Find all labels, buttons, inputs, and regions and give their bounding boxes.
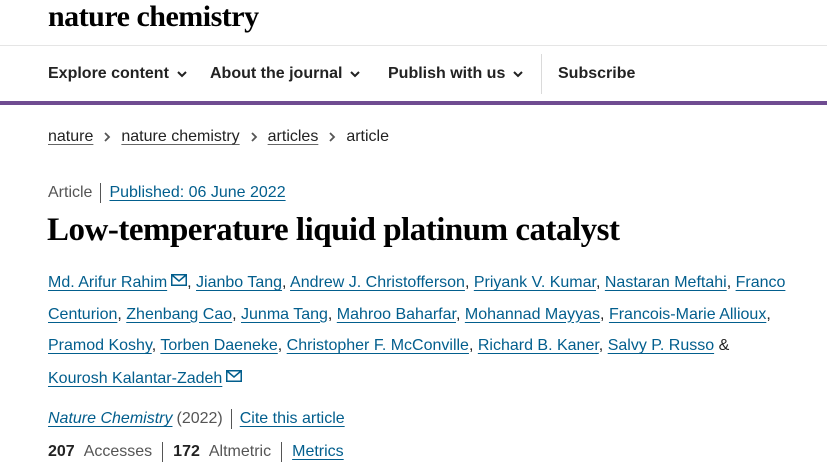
nav-publish-with-us[interactable]: Publish with us bbox=[388, 46, 524, 102]
accesses-label: Accesses bbox=[83, 443, 153, 460]
author-link[interactable]: Torben Daeneke bbox=[160, 337, 277, 354]
citation-line: Nature Chemistry (2022) Cite this articl… bbox=[48, 408, 345, 430]
publication-year: (2022) bbox=[176, 410, 223, 427]
breadcrumb: nature nature chemistry articles article bbox=[48, 126, 389, 148]
metrics-divider bbox=[281, 442, 283, 462]
article-metrics: 207 Accesses 172 Altmetric Metrics bbox=[48, 441, 344, 463]
chevron-right-icon bbox=[328, 132, 336, 142]
altmetric-label: Altmetric bbox=[208, 443, 272, 460]
author-link[interactable]: Andrew J. Christofferson bbox=[290, 274, 465, 291]
journal-link[interactable]: Nature Chemistry bbox=[48, 408, 172, 430]
breadcrumb-nature-chemistry[interactable]: nature chemistry bbox=[121, 126, 239, 148]
nav-divider bbox=[541, 54, 542, 94]
nav-accent-bar bbox=[0, 101, 827, 105]
author-link[interactable]: Pramod Koshy bbox=[48, 337, 152, 354]
cite-this-article-link[interactable]: Cite this article bbox=[240, 408, 345, 430]
author-link[interactable]: Salvy P. Russo bbox=[608, 337, 714, 354]
main-nav: Explore content About the journal Publis… bbox=[0, 46, 827, 102]
author-link[interactable]: Francois-Marie Allioux bbox=[609, 306, 766, 323]
author-list: Md. Arifur Rahim, Jianbo Tang, Andrew J.… bbox=[48, 266, 788, 394]
breadcrumb-articles[interactable]: articles bbox=[268, 126, 319, 148]
accesses-count: 207 bbox=[48, 443, 75, 460]
envelope-icon[interactable] bbox=[226, 362, 243, 382]
article-meta: Article Published: 06 June 2022 bbox=[48, 182, 286, 204]
metrics-link[interactable]: Metrics bbox=[292, 441, 344, 463]
chevron-down-icon bbox=[513, 69, 524, 79]
author-link[interactable]: Mohannad Mayyas bbox=[465, 306, 600, 323]
nav-explore-content-label: Explore content bbox=[48, 65, 169, 82]
published-date-link[interactable]: Published: 06 June 2022 bbox=[109, 182, 285, 204]
nav-publish-with-us-label: Publish with us bbox=[388, 65, 506, 82]
author-link[interactable]: Nastaran Meftahi bbox=[605, 274, 727, 291]
author-link[interactable]: Junma Tang bbox=[241, 306, 328, 323]
breadcrumb-current: article bbox=[346, 128, 390, 145]
article-type: Article bbox=[48, 184, 93, 201]
chevron-right-icon bbox=[103, 132, 111, 142]
article-title: Low-temperature liquid platinum catalyst bbox=[47, 212, 620, 248]
nav-about-the-journal[interactable]: About the journal bbox=[210, 46, 361, 102]
nav-explore-content[interactable]: Explore content bbox=[48, 46, 187, 102]
chevron-right-icon bbox=[250, 132, 258, 142]
author-link[interactable]: Zhenbang Cao bbox=[126, 306, 232, 323]
cite-divider bbox=[230, 409, 232, 429]
chevron-down-icon bbox=[177, 69, 187, 79]
envelope-icon[interactable] bbox=[171, 266, 188, 286]
chevron-down-icon bbox=[350, 69, 361, 79]
breadcrumb-nature[interactable]: nature bbox=[48, 126, 93, 148]
author-link[interactable]: Kourosh Kalantar-Zadeh bbox=[48, 370, 222, 387]
author-link[interactable]: Priyank V. Kumar bbox=[474, 274, 596, 291]
altmetric-count: 172 bbox=[173, 443, 200, 460]
authors-ampersand: & bbox=[718, 337, 730, 354]
journal-logo[interactable]: nature chemistry bbox=[48, 0, 259, 34]
author-link[interactable]: Md. Arifur Rahim bbox=[48, 274, 167, 291]
metrics-divider bbox=[162, 442, 164, 462]
author-link[interactable]: Mahroo Baharfar bbox=[337, 306, 456, 323]
author-link[interactable]: Richard B. Kaner bbox=[478, 337, 599, 354]
author-link[interactable]: Jianbo Tang bbox=[196, 274, 282, 291]
nav-about-the-journal-label: About the journal bbox=[210, 65, 343, 82]
meta-divider bbox=[100, 183, 102, 203]
subscribe-link[interactable]: Subscribe bbox=[558, 46, 635, 102]
author-link[interactable]: Christopher F. McConville bbox=[287, 337, 469, 354]
